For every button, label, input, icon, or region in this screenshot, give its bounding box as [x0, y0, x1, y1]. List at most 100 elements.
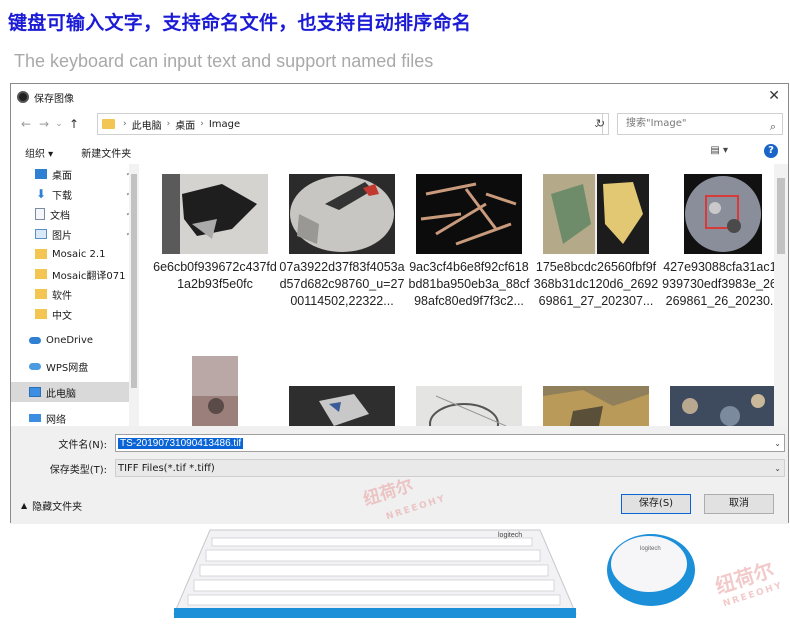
file-thumbnail	[543, 174, 649, 254]
file-item[interactable]	[152, 356, 278, 426]
file-item[interactable]: 6e6cb0f939672c437fd1a2b93f5e0fc	[152, 174, 278, 293]
folder-icon	[102, 119, 115, 129]
sidebar-item-label: Mosaic翻译071	[52, 270, 126, 282]
sidebar-item-network[interactable]: 网络	[11, 408, 139, 426]
sidebar-item-this-pc[interactable]: 此电脑	[11, 382, 139, 402]
file-item[interactable]	[533, 386, 659, 426]
up-arrow-icon[interactable]: ↑	[65, 117, 83, 131]
file-thumbnail	[670, 386, 775, 426]
sidebar-item-software[interactable]: 软件	[11, 284, 139, 304]
document-icon	[35, 208, 45, 220]
folder-icon	[35, 249, 47, 259]
sidebar-item-label: 中文	[52, 310, 72, 322]
keyboard-image: logitech	[173, 529, 577, 618]
chevron-down-icon[interactable]: ⌄	[774, 464, 781, 473]
sidebar-item-onedrive[interactable]: OneDrive	[11, 330, 139, 350]
file-thumbnail	[192, 356, 238, 426]
file-thumbnail	[416, 174, 522, 254]
back-arrow-icon[interactable]: ←	[17, 117, 35, 131]
sidebar-item-pictures[interactable]: 图片 ✓	[11, 224, 139, 244]
file-item[interactable]: 175e8bcdc26560fbf9f368b31dc120d6_2692698…	[533, 174, 659, 310]
file-name: 07a3922d37f83f4053ad57d682c98760_u=27001…	[279, 260, 405, 308]
sidebar-item-label: OneDrive	[46, 334, 94, 346]
file-name-field[interactable]: TS-20190731090413486.tif ⌄	[115, 434, 785, 452]
headline-chinese: 键盘可输入文字，支持命名文件，也支持自动排序命名	[8, 12, 472, 34]
file-item[interactable]	[279, 386, 405, 426]
toolbar: 组织 ▾ 新建文件夹 ▤ ▾ ?	[11, 140, 788, 164]
file-thumbnail	[289, 174, 395, 254]
file-thumbnail	[416, 386, 522, 426]
hide-folders-toggle[interactable]: ▲ 隐藏文件夹	[21, 498, 82, 513]
hide-folders-label: 隐藏文件夹	[32, 502, 83, 513]
file-name-value: TS-20190731090413486.tif	[118, 437, 244, 449]
file-list-scrollbar[interactable]	[774, 164, 788, 426]
sidebar-item-label: 桌面	[52, 170, 72, 182]
sidebar-item-label: 文档	[50, 210, 70, 222]
sidebar-item-label: WPS网盘	[46, 362, 89, 374]
help-icon[interactable]: ?	[764, 144, 778, 158]
sidebar-item-mosaic[interactable]: Mosaic 2.1	[11, 244, 139, 264]
file-thumbnail	[289, 386, 395, 426]
file-item[interactable]	[406, 386, 532, 426]
sidebar-item-downloads[interactable]: ⬇ 下载 ✓	[11, 184, 139, 204]
app-icon	[17, 91, 29, 103]
sidebar-item-label: 软件	[52, 290, 72, 302]
sidebar-item-label: 图片	[52, 230, 72, 242]
file-item[interactable]: 427e93088cfa31ac1c939730edf3983e_2692698…	[660, 174, 775, 310]
breadcrumb-this-pc[interactable]: 此电脑	[132, 117, 162, 132]
save-type-label: 保存类型(T):	[49, 464, 107, 476]
save-type-value: TIFF Files(*.tif *.tiff)	[118, 462, 215, 474]
sidebar-item-chinese[interactable]: 中文	[11, 304, 139, 324]
picture-icon	[35, 229, 47, 239]
file-name: 9ac3cf4b6e8f92cf618bd81ba950eb3a_88cf98a…	[408, 260, 530, 308]
folder-icon	[35, 269, 47, 279]
sidebar-item-label: 网络	[46, 414, 66, 426]
mouse-image: logitech	[607, 534, 695, 606]
file-name: 175e8bcdc26560fbf9f368b31dc120d6_2692698…	[533, 260, 659, 308]
new-folder-button[interactable]: 新建文件夹	[81, 145, 131, 160]
breadcrumb-separator: ›	[123, 119, 127, 129]
navigation-pane: 桌面 ✓ ⬇ 下载 ✓ 文档 ✓ 图片 ✓ Mosaic 2.1 Mosaic翻…	[11, 164, 139, 426]
file-name-row: 文件名(N): TS-20190731090413486.tif ⌄	[11, 433, 788, 453]
desktop-icon	[35, 169, 47, 179]
navigation-scrollbar[interactable]	[129, 164, 139, 426]
refresh-icon[interactable]: ↻	[593, 113, 609, 135]
breadcrumb-image[interactable]: Image	[209, 119, 240, 130]
save-type-select[interactable]: TIFF Files(*.tif *.tiff) ⌄	[115, 459, 785, 477]
file-item[interactable]: 9ac3cf4b6e8f92cf618bd81ba950eb3a_88cf98a…	[406, 174, 532, 310]
file-thumbnail	[670, 174, 775, 254]
save-image-dialog: 保存图像 ✕ ← → ⌄ ↑ › 此电脑 › 桌面 › Image ⌄ ↻ 搜索…	[10, 83, 789, 524]
cancel-button[interactable]: 取消	[704, 494, 774, 514]
cloud-icon	[29, 336, 41, 344]
scrollbar-thumb[interactable]	[777, 178, 785, 254]
sidebar-item-mosaic-translation[interactable]: Mosaic翻译071	[11, 264, 139, 284]
address-bar[interactable]: › 此电脑 › 桌面 › Image ⌄	[97, 113, 603, 135]
sidebar-item-wps-drive[interactable]: WPS网盘	[11, 356, 139, 376]
scrollbar-thumb[interactable]	[131, 174, 137, 388]
network-icon	[29, 414, 41, 422]
file-item[interactable]: 07a3922d37f83f4053ad57d682c98760_u=27001…	[279, 174, 405, 310]
headline-english: The keyboard can input text and support …	[14, 51, 434, 71]
forward-arrow-icon[interactable]: →	[35, 117, 53, 131]
save-button[interactable]: 保存(S)	[621, 494, 691, 514]
close-icon[interactable]: ✕	[768, 88, 780, 104]
file-thumbnail	[162, 174, 268, 254]
recent-locations-icon[interactable]: ⌄	[53, 119, 65, 129]
file-item[interactable]	[660, 386, 775, 426]
view-options-icon[interactable]: ▤ ▾	[710, 145, 728, 156]
sidebar-item-documents[interactable]: 文档 ✓	[11, 204, 139, 224]
navigation-bar: ← → ⌄ ↑ › 此电脑 › 桌面 › Image ⌄ ↻ 搜索"Image"…	[17, 112, 783, 136]
dialog-title: 保存图像	[34, 93, 74, 105]
cloud-icon	[29, 362, 41, 370]
file-name: 427e93088cfa31ac1c939730edf3983e_2692698…	[662, 260, 775, 308]
sidebar-item-label: 此电脑	[46, 388, 76, 400]
sidebar-item-label: 下载	[52, 190, 72, 202]
search-input[interactable]: 搜索"Image" ⌕	[617, 113, 783, 135]
chevron-down-icon[interactable]: ⌄	[774, 439, 781, 448]
sidebar-item-desktop[interactable]: 桌面 ✓	[11, 164, 139, 184]
organize-menu[interactable]: 组织 ▾	[25, 145, 53, 160]
search-icon: ⌕	[769, 120, 776, 133]
breadcrumb-desktop[interactable]: 桌面	[175, 117, 195, 132]
chevron-up-icon: ▲	[21, 501, 28, 510]
file-thumbnail	[543, 386, 649, 426]
